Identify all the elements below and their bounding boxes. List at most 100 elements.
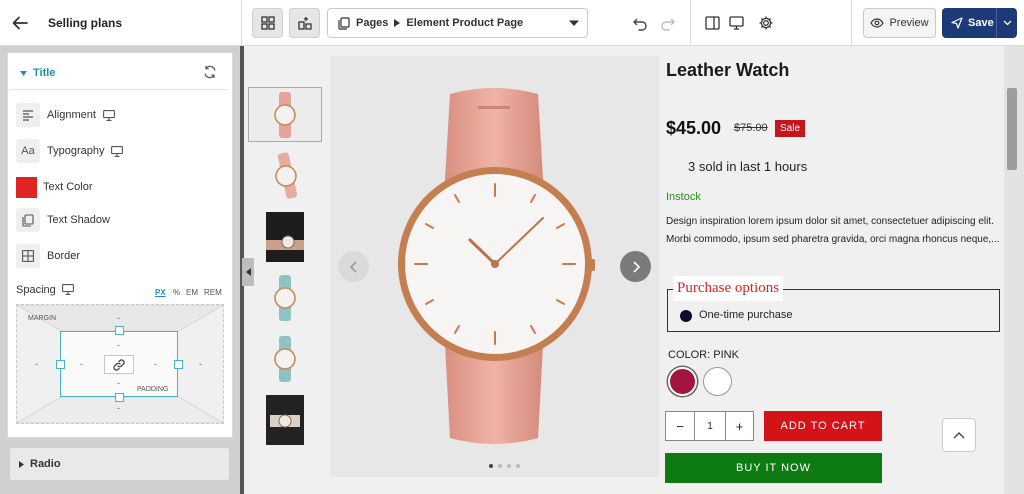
product-thumbnail[interactable] (248, 209, 322, 264)
margin-right-value[interactable]: - (199, 359, 202, 369)
desktop-icon (111, 145, 124, 157)
divider (851, 0, 852, 46)
carousel-dot[interactable] (489, 464, 493, 468)
qty-decrease-button[interactable]: − (666, 412, 695, 440)
chevron-up-icon (953, 432, 965, 439)
text-color-setting[interactable]: Text Color (16, 175, 93, 199)
watch-thumbnail-image (274, 335, 296, 382)
watch-image (398, 88, 595, 444)
color-swatch-pink[interactable] (668, 367, 697, 396)
one-time-purchase-radio[interactable] (680, 310, 692, 322)
add-to-cart-button[interactable]: ADD TO CART (764, 411, 882, 441)
save-options-button[interactable] (997, 20, 1017, 26)
margin-label: MARGIN (28, 315, 56, 322)
product-thumbnail[interactable] (248, 331, 322, 386)
watch-on-wrist-image (266, 211, 304, 262)
unit-rem[interactable]: REM (204, 288, 222, 297)
buy-now-button[interactable]: BUY IT NOW (665, 453, 882, 483)
send-icon (951, 17, 963, 29)
color-swatch[interactable] (16, 176, 37, 198)
padding-bottom-value[interactable]: - (117, 378, 120, 388)
padding-left-handle[interactable] (56, 360, 65, 369)
carousel-dots (489, 464, 520, 468)
text-color-label: Text Color (43, 181, 93, 193)
scroll-to-top-button[interactable] (942, 418, 976, 452)
spacing-label: Spacing (16, 284, 56, 296)
page-select[interactable]: Pages Element Product Page (327, 8, 588, 38)
layout-grid-button[interactable] (252, 8, 283, 38)
purchase-options-label[interactable]: Purchase options (673, 276, 784, 301)
carousel-dot[interactable] (498, 464, 502, 468)
border-setting[interactable]: Border (16, 244, 80, 268)
top-toolbar: Selling plans Pages Element Product Page… (0, 0, 1024, 46)
save-label: Save (968, 17, 994, 29)
padding-top-handle[interactable] (115, 326, 124, 335)
unit-em[interactable]: EM (186, 288, 198, 297)
redo-button[interactable] (658, 13, 678, 33)
unit-percent[interactable]: % (173, 288, 180, 297)
alignment-setting[interactable]: Alignment (16, 103, 115, 127)
padding-left-value[interactable]: - (80, 359, 83, 369)
watch-thumbnail-image (275, 151, 298, 199)
padding-top-value[interactable]: - (117, 340, 120, 350)
text-shadow-setting[interactable]: Text Shadow (16, 208, 110, 232)
desktop-icon (728, 16, 744, 30)
title-section-header[interactable]: Title (10, 57, 228, 90)
add-element-button[interactable] (289, 8, 320, 38)
typography-label: Typography (47, 145, 105, 157)
section-title: Title (33, 67, 56, 79)
margin-left-value[interactable]: - (35, 359, 38, 369)
one-time-purchase-label[interactable]: One-time purchase (699, 309, 793, 321)
carousel-dot[interactable] (516, 464, 520, 468)
color-option-name: COLOR: (668, 349, 711, 361)
product-main-image[interactable] (330, 56, 659, 477)
prev-image-button[interactable] (338, 251, 369, 282)
sale-badge: Sale (775, 120, 806, 137)
desktop-icon (102, 109, 115, 121)
link-values-button[interactable] (104, 355, 134, 374)
next-image-button[interactable] (620, 251, 651, 282)
padding-label: PADDING (137, 386, 169, 393)
settings-button[interactable] (756, 13, 776, 33)
device-desktop-button[interactable] (726, 13, 746, 33)
typography-setting[interactable]: Aa Typography (16, 139, 124, 163)
save-button[interactable]: Save (942, 8, 1017, 38)
product-thumbnail[interactable] (248, 87, 322, 142)
undo-button[interactable] (630, 13, 650, 33)
carousel-dot[interactable] (507, 464, 511, 468)
caret-down-icon (20, 70, 27, 76)
border-grid-icon (16, 244, 40, 268)
chevron-down-icon (1003, 20, 1011, 26)
chevron-right-icon (632, 260, 640, 273)
typography-icon: Aa (16, 139, 40, 163)
product-thumbnail[interactable] (248, 392, 322, 447)
quantity-stepper: − 1 + (665, 411, 754, 441)
sidebar-toggle-button[interactable] (702, 13, 722, 33)
product-title: Leather Watch (666, 60, 790, 80)
back-button[interactable] (9, 12, 31, 34)
refresh-icon (204, 65, 216, 79)
product-thumbnail[interactable] (248, 148, 322, 203)
preview-button[interactable]: Preview (863, 8, 936, 38)
sidebar-panel-icon (704, 16, 720, 30)
color-option-value: PINK (713, 349, 739, 361)
reset-button[interactable] (203, 65, 217, 79)
margin-bottom-value[interactable]: - (117, 403, 120, 413)
grid-icon (260, 16, 275, 30)
color-swatch-white[interactable] (703, 367, 732, 396)
margin-top-value[interactable]: - (117, 313, 120, 323)
product-description: Design inspiration lorem ipsum dolor sit… (666, 216, 1000, 245)
scrollbar-thumb[interactable] (1007, 88, 1017, 170)
border-label: Border (47, 250, 81, 262)
padding-right-value[interactable]: - (154, 359, 157, 369)
desktop-icon (62, 284, 74, 295)
product-thumbnail[interactable] (248, 270, 322, 325)
radio-section-header[interactable]: Radio (9, 447, 230, 481)
breadcrumb-current: Element Product Page (406, 17, 524, 29)
unit-px[interactable]: PX (155, 288, 166, 297)
padding-right-handle[interactable] (174, 360, 183, 369)
padding-bottom-handle[interactable] (115, 393, 124, 402)
qty-increase-button[interactable]: + (725, 412, 753, 440)
divider (690, 0, 691, 46)
qty-input[interactable]: 1 (695, 412, 725, 440)
